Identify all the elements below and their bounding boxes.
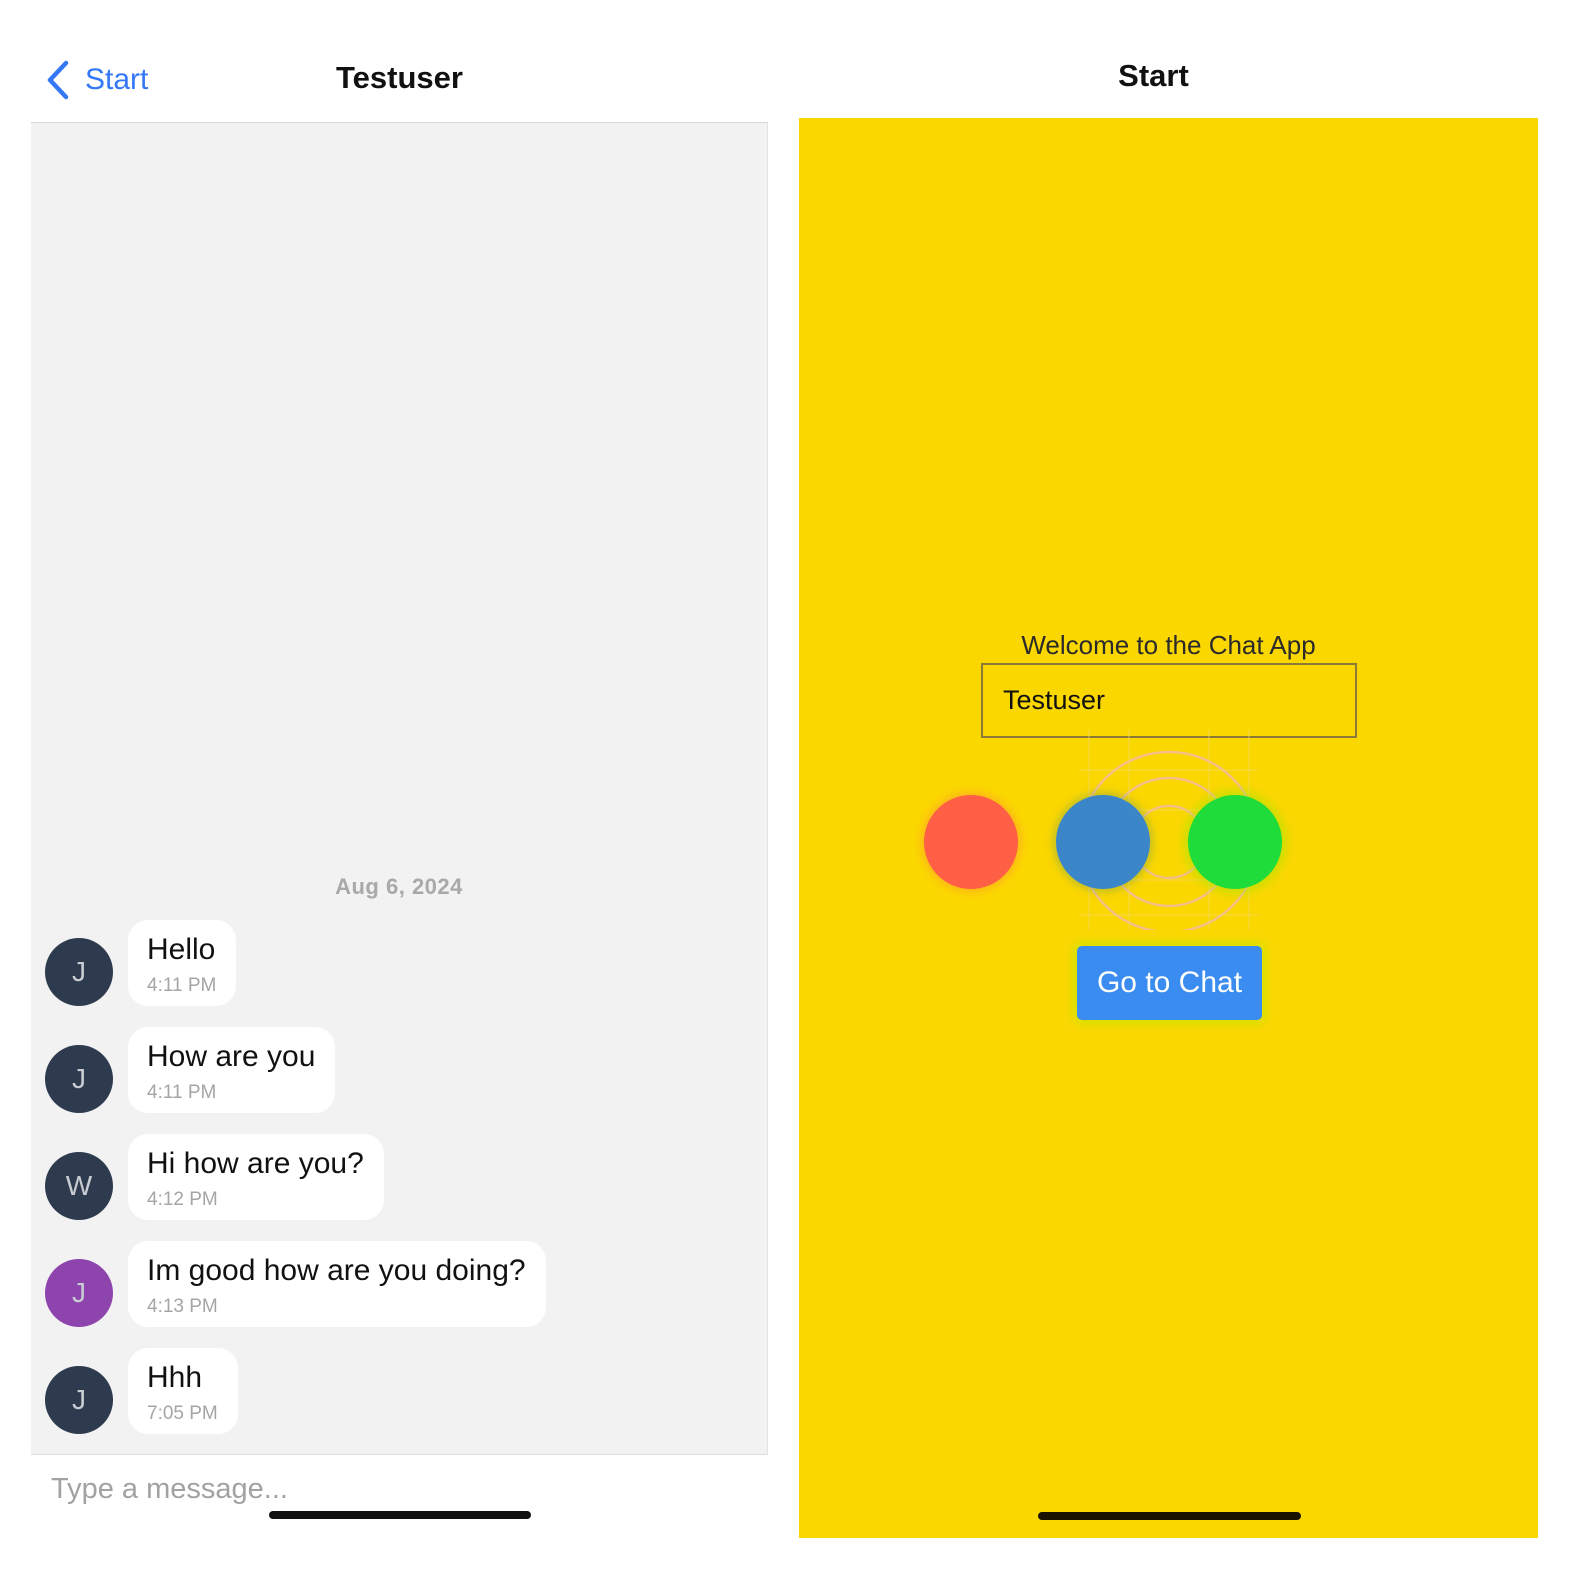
start-nav-bar: Start bbox=[769, 30, 1538, 118]
list-item: J Hello 4:11 PM bbox=[45, 920, 237, 1006]
start-title: Start bbox=[1118, 58, 1189, 93]
list-item: W Hi how are you? 4:12 PM bbox=[45, 1134, 384, 1220]
name-input[interactable] bbox=[981, 663, 1357, 738]
avatar-letter: W bbox=[65, 1170, 93, 1201]
message-bubble[interactable]: How are you 4:11 PM bbox=[128, 1027, 336, 1113]
message-text: Hi how are you? bbox=[147, 1147, 364, 1180]
message-time: 4:12 PM bbox=[147, 1189, 218, 1210]
avatar-letter: J bbox=[72, 1384, 86, 1415]
avatar-letter: J bbox=[72, 1063, 86, 1094]
avatar-letter: J bbox=[72, 1277, 86, 1308]
avatar[interactable]: J bbox=[45, 938, 113, 1006]
chat-title: Testuser bbox=[336, 60, 463, 95]
avatar[interactable]: J bbox=[45, 1366, 113, 1434]
message-composer bbox=[31, 1454, 768, 1540]
avatar[interactable]: J bbox=[45, 1045, 113, 1113]
message-text: Hhh bbox=[147, 1361, 203, 1394]
list-item: J How are you 4:11 PM bbox=[45, 1027, 336, 1113]
color-option-red[interactable] bbox=[924, 795, 1018, 889]
avatar[interactable]: J bbox=[45, 1259, 113, 1327]
message-text: Hello bbox=[147, 933, 216, 966]
message-time: 4:13 PM bbox=[147, 1296, 218, 1317]
message-bubble[interactable]: Hi how are you? 4:12 PM bbox=[128, 1134, 384, 1220]
go-to-chat-button[interactable]: Go to Chat bbox=[1077, 946, 1262, 1020]
date-separator: Aug 6, 2024 bbox=[335, 874, 463, 899]
color-option-green[interactable] bbox=[1188, 795, 1282, 889]
screenshot-stage: Start Testuser Aug 6, 2024 J Hello 4:11 … bbox=[0, 0, 1572, 1572]
list-item: J Im good how are you doing? 4:13 PM bbox=[45, 1241, 546, 1327]
avatar[interactable]: W bbox=[45, 1152, 113, 1220]
message-bubble[interactable]: Hhh 7:05 PM bbox=[128, 1348, 238, 1434]
message-text: How are you bbox=[147, 1040, 316, 1073]
message-time: 4:11 PM bbox=[147, 975, 217, 996]
home-indicator[interactable] bbox=[1038, 1512, 1301, 1520]
message-time: 4:11 PM bbox=[147, 1082, 217, 1103]
chat-screen: Start Testuser Aug 6, 2024 J Hello 4:11 … bbox=[31, 30, 768, 1540]
start-screen: Start Welcome to the Chat App Testuser G… bbox=[769, 30, 1538, 1538]
color-option-blue[interactable] bbox=[1056, 795, 1150, 889]
chat-nav-bar: Start Testuser bbox=[31, 30, 768, 123]
list-item: J Hhh 7:05 PM bbox=[45, 1348, 238, 1434]
message-text: Im good how are you doing? bbox=[147, 1254, 526, 1287]
welcome-text: Welcome to the Chat App bbox=[1021, 630, 1316, 660]
home-indicator[interactable] bbox=[269, 1511, 531, 1519]
message-bubble[interactable]: Im good how are you doing? 4:13 PM bbox=[128, 1241, 546, 1327]
avatar-letter: J bbox=[72, 956, 86, 987]
message-bubble[interactable]: Hello 4:11 PM bbox=[128, 920, 237, 1006]
message-input[interactable] bbox=[51, 1469, 651, 1509]
message-time: 7:05 PM bbox=[147, 1403, 218, 1424]
